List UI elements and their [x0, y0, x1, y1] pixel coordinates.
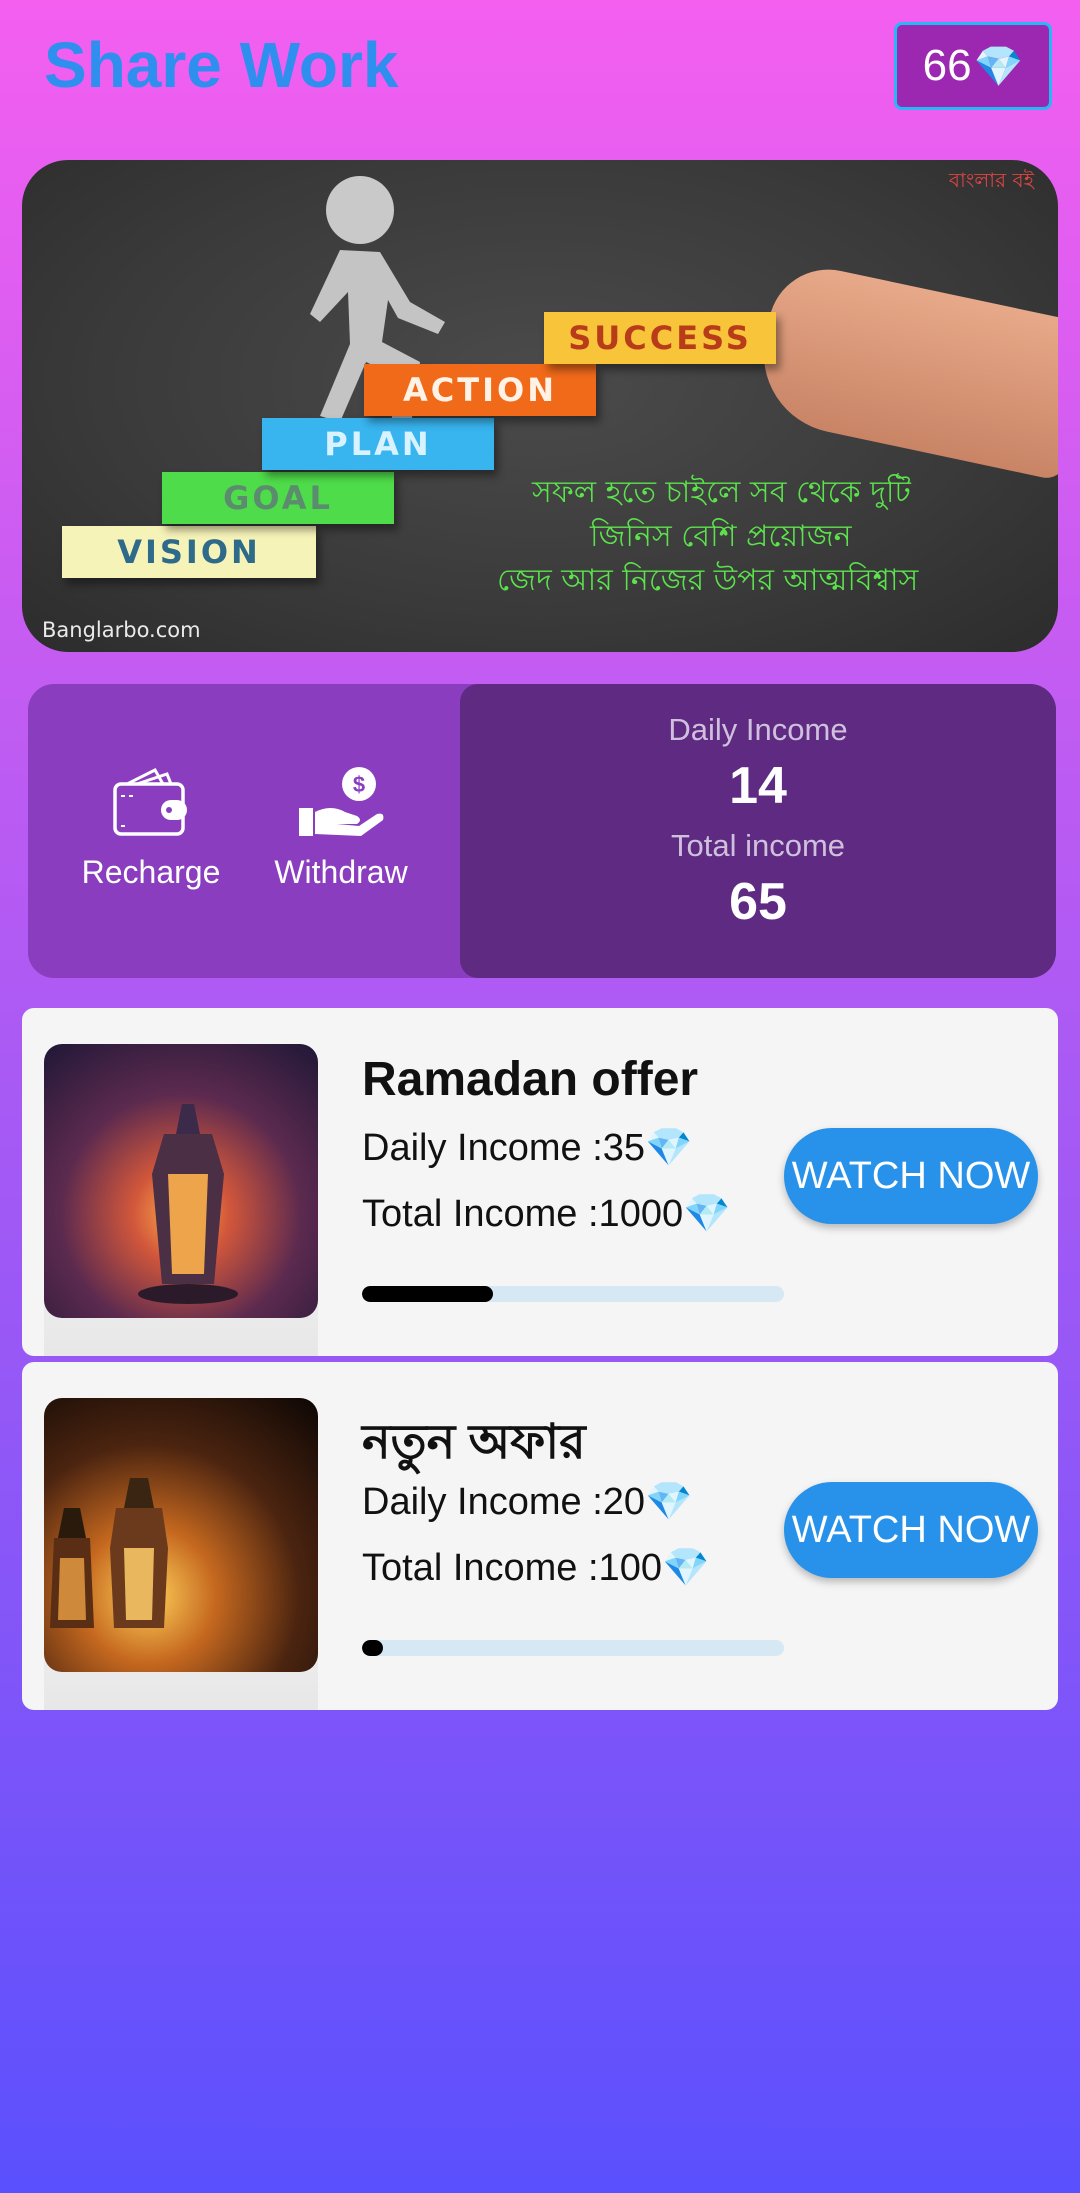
banner-text-line-3: জেদ আর নিজের উপর আত্মবিশ্বাস [497, 563, 919, 598]
app-title: Share Work [44, 29, 399, 101]
lantern-image [44, 1044, 318, 1318]
gem-balance-badge[interactable]: 66 💎 [894, 22, 1052, 110]
offer-progress-bar [362, 1286, 784, 1302]
svg-text:$: $ [353, 772, 365, 797]
watch-now-button[interactable]: WATCH NOW [784, 1482, 1038, 1578]
total-income-label: Total income [670, 828, 846, 863]
offer-progress-bar [362, 1640, 784, 1656]
recharge-label: Recharge [81, 854, 221, 890]
recharge-button[interactable]: Recharge [76, 764, 226, 891]
offer-progress-fill [362, 1640, 384, 1656]
withdraw-button[interactable]: $ Withdraw [266, 764, 416, 891]
offer-total-income: Total Income :100💎 [362, 1547, 710, 1589]
wallet-icon [113, 768, 187, 836]
offer-daily-income: Daily Income :35💎 [362, 1127, 693, 1169]
daily-income-value: 14 [729, 757, 787, 815]
hand-image [748, 258, 1058, 482]
lantern-image [44, 1398, 318, 1672]
banner-watermark: Banglarbo.com [42, 618, 201, 642]
offer-card: Ramadan offer Daily Income :35💎 Total In… [22, 1008, 1058, 1356]
step-plan: PLAN [262, 418, 494, 470]
stats-card: Recharge $ Withdraw Daily Income 14 Tota… [28, 684, 1056, 978]
gem-count: 66 [922, 41, 972, 90]
step-action: ACTION [364, 364, 596, 416]
step-goal: GOAL [162, 472, 394, 524]
offer-total-income: Total Income :1000💎 [362, 1193, 731, 1235]
income-panel: Daily Income 14 Total income 65 [460, 684, 1056, 978]
daily-income-label: Daily Income [668, 712, 848, 747]
total-income-value: 65 [729, 873, 787, 931]
offer-title: Ramadan offer [362, 1053, 699, 1106]
step-vision: VISION [62, 526, 316, 578]
offer-title: নতুন অফার [362, 1416, 586, 1469]
watch-now-button[interactable]: WATCH NOW [784, 1128, 1038, 1224]
gem-icon: 💎 [973, 44, 1024, 89]
offer-daily-income: Daily Income :20💎 [362, 1481, 693, 1523]
offer-card: নতুন অফার Daily Income :20💎 Total Income… [22, 1362, 1058, 1710]
banner-top-mark: বাংলার বই [948, 168, 1034, 192]
withdraw-label: Withdraw [274, 854, 408, 890]
money-hand-icon: $ [299, 767, 384, 836]
offer-progress-fill [362, 1286, 493, 1302]
step-success: SUCCESS [544, 312, 776, 364]
motivation-banner: বাংলার বই VISION GOAL PLAN ACTION SUCCES… [22, 160, 1058, 652]
